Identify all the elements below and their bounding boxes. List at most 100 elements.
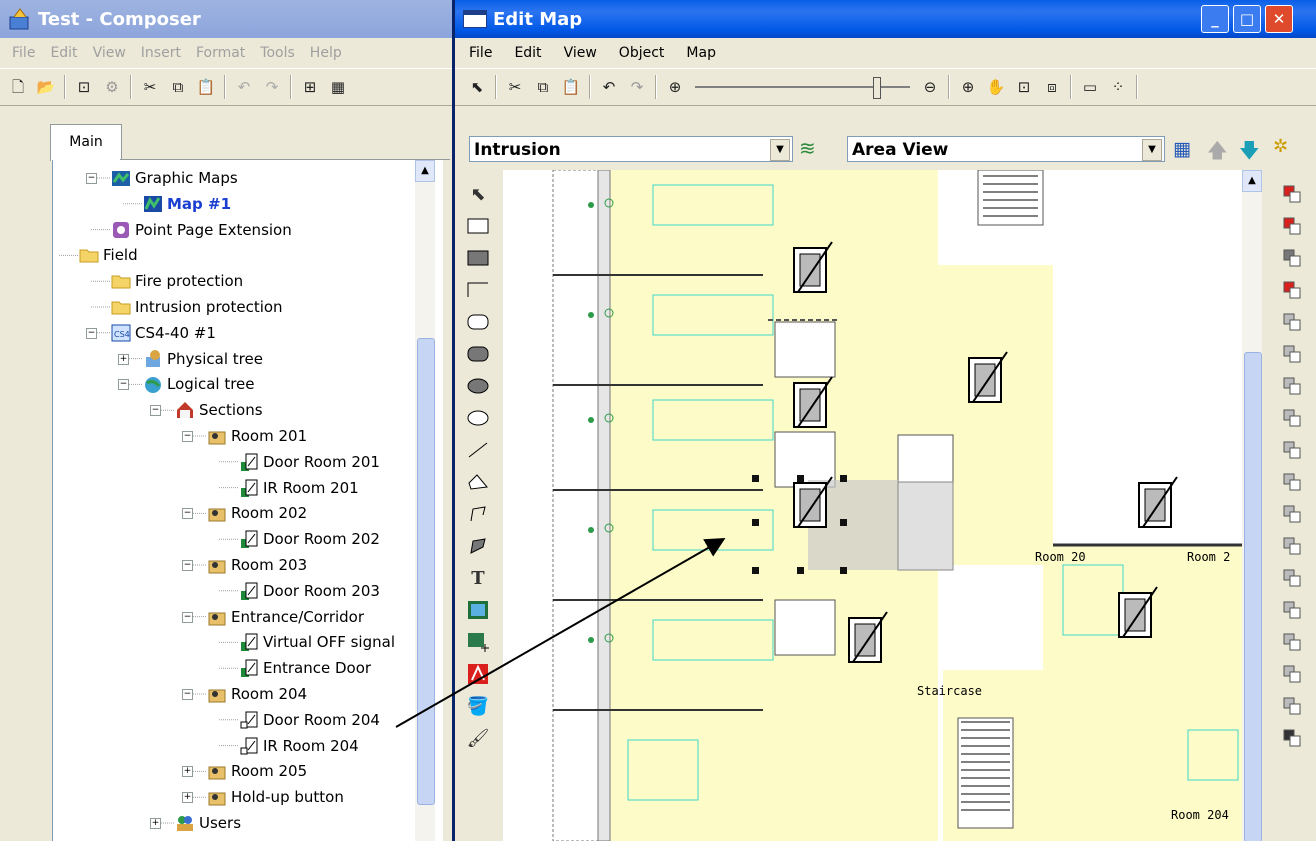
filled-rectangle-tool-icon[interactable] <box>463 242 493 274</box>
expand-icon[interactable]: + <box>118 353 129 365</box>
layer-combo[interactable]: Intrusion ▼ <box>469 136 793 162</box>
redo-icon[interactable]: ↷ <box>261 76 283 98</box>
tree-item[interactable]: IR Room 204 <box>239 734 359 758</box>
send-backward-icon[interactable] <box>1277 274 1307 306</box>
tree-item[interactable]: Entrance/Corridor <box>207 605 364 629</box>
tree-item[interactable]: Room 204 <box>207 682 307 706</box>
tree-item[interactable]: Door Room 202 <box>239 527 380 551</box>
same-height-icon[interactable] <box>1277 626 1307 658</box>
polyline-tool-icon[interactable] <box>463 498 493 530</box>
tree-item[interactable]: Entrance Door <box>239 656 371 680</box>
undo-icon[interactable]: ↶ <box>598 76 620 98</box>
map-menu-file[interactable]: File <box>469 45 492 61</box>
tree-item[interactable]: Logical tree <box>143 372 255 396</box>
tree-view-icon[interactable]: ⊞ <box>299 76 321 98</box>
map-scrollbar[interactable]: ▲ <box>1242 170 1262 841</box>
floor-plan-canvas[interactable]: Room 20 Room 2 Staircase Room 204 <box>503 170 1258 841</box>
tree-item[interactable]: Intrusion protection <box>111 295 283 319</box>
tab-main[interactable]: Main <box>50 124 122 161</box>
tree-item[interactable]: Hold-up button <box>207 785 344 809</box>
image-tool-icon[interactable] <box>463 594 493 626</box>
map-menu-edit[interactable]: Edit <box>514 45 541 61</box>
paste-icon[interactable]: 📋 <box>560 76 582 98</box>
open-folder-icon[interactable]: 📂 <box>35 76 57 98</box>
tree-item[interactable]: Map #1 <box>143 192 231 216</box>
filled-polygon-tool-icon[interactable] <box>463 530 493 562</box>
window-layout-icon[interactable]: ▭ <box>1079 76 1101 98</box>
redo-icon[interactable]: ↷ <box>626 76 648 98</box>
grid-dots-icon[interactable]: ⁘ <box>1107 76 1129 98</box>
composer-menu-edit[interactable]: Edit <box>50 45 77 61</box>
grid-view-icon[interactable]: ▦ <box>327 76 349 98</box>
composer-menu-help[interactable]: Help <box>310 45 342 61</box>
composer-menu-format[interactable]: Format <box>196 45 245 61</box>
composer-menu-tools[interactable]: Tools <box>260 45 295 61</box>
align-left-icon[interactable] <box>1277 370 1307 402</box>
tree-item[interactable]: Point Page Extension <box>111 218 292 242</box>
tree-item[interactable]: Door Room 201 <box>239 450 380 474</box>
same-width-icon[interactable] <box>1277 594 1307 626</box>
rounded-rect-tool-icon[interactable] <box>463 306 493 338</box>
zoom-slider[interactable] <box>695 76 910 99</box>
tree-item[interactable]: Physical tree <box>143 347 263 371</box>
collapse-icon[interactable]: − <box>182 611 193 623</box>
bring-forward-icon[interactable] <box>1277 242 1307 274</box>
table-icon[interactable]: ▦ <box>1173 138 1191 160</box>
space-vert-icon[interactable] <box>1277 562 1307 594</box>
collapse-icon[interactable]: − <box>182 508 193 520</box>
send-to-back-icon[interactable] <box>1277 210 1307 242</box>
polygon-tool-icon[interactable] <box>463 466 493 498</box>
map-menu-map[interactable]: Map <box>686 45 716 61</box>
same-size-icon[interactable] <box>1277 658 1307 690</box>
zoom-area-icon[interactable]: ⊕ <box>957 76 979 98</box>
expand-icon[interactable]: + <box>182 766 193 778</box>
paste-icon[interactable]: 📋 <box>195 76 217 98</box>
chevron-down-icon[interactable]: ▼ <box>1142 139 1162 161</box>
tree-item[interactable]: IR Room 201 <box>239 476 359 500</box>
close-button[interactable]: ✕ <box>1265 5 1293 33</box>
arrow-up-icon[interactable]: 🡅 <box>1207 136 1228 170</box>
copy-icon[interactable]: ⧉ <box>532 76 554 98</box>
cut-icon[interactable]: ✂ <box>504 76 526 98</box>
tree-item[interactable]: Sections <box>175 398 263 422</box>
scroll-thumb[interactable] <box>417 338 435 805</box>
scroll-up-button[interactable]: ▲ <box>1242 170 1262 192</box>
zoom-out-icon[interactable]: ⊖ <box>919 76 941 98</box>
tree-item[interactable]: Door Room 203 <box>239 579 380 603</box>
composer-menu-view[interactable]: View <box>93 45 126 61</box>
ungroup-icon[interactable] <box>1277 722 1307 754</box>
new-object-icon[interactable]: ✲ <box>1273 136 1288 157</box>
line-tool-icon[interactable] <box>463 434 493 466</box>
new-file-icon[interactable]: 🗋 <box>7 76 29 98</box>
space-even-icon[interactable] <box>1277 530 1307 562</box>
ellipse-tool-icon[interactable] <box>463 402 493 434</box>
copy-icon[interactable]: ⧉ <box>167 76 189 98</box>
tree-item[interactable]: CS4 CS4-40 #1 <box>111 321 216 345</box>
edit-map-titlebar[interactable]: Edit Map _ □ ✕ <box>455 0 1316 38</box>
zoom-slider-thumb[interactable] <box>873 77 881 99</box>
tree-item[interactable]: Room 202 <box>207 501 307 525</box>
chevron-down-icon[interactable]: ▼ <box>770 139 790 161</box>
tree-item[interactable]: Door Room 204 <box>239 708 380 732</box>
tree-item[interactable]: Graphic Maps <box>111 166 238 190</box>
tree-item[interactable]: Users <box>175 811 241 835</box>
pointer-tool-icon[interactable]: ⬉ <box>463 178 493 210</box>
map-menu-object[interactable]: Object <box>619 45 665 61</box>
expand-icon[interactable]: + <box>182 792 193 804</box>
properties-icon[interactable]: ⚙ <box>101 76 123 98</box>
distribute-icon[interactable] <box>1277 466 1307 498</box>
insert-icon[interactable]: ⊡ <box>73 76 95 98</box>
tree-item[interactable]: Virtual OFF signal <box>239 630 395 654</box>
tree-item[interactable]: Field <box>79 243 138 267</box>
composer-titlebar[interactable]: Test - Composer <box>0 0 452 38</box>
pointer-select-icon[interactable]: ⬉ <box>466 76 488 98</box>
collapse-icon[interactable]: − <box>182 560 193 571</box>
view-combo[interactable]: Area View ▼ <box>847 136 1165 162</box>
tree-scrollbar[interactable]: ▲ <box>415 160 435 841</box>
expand-icon[interactable]: + <box>150 818 161 829</box>
minimize-button[interactable]: _ <box>1201 5 1229 33</box>
collapse-icon[interactable]: − <box>118 379 129 391</box>
align-top-icon[interactable] <box>1277 306 1307 338</box>
tree-item[interactable]: Room 203 <box>207 553 307 577</box>
scroll-up-button[interactable]: ▲ <box>415 160 435 182</box>
